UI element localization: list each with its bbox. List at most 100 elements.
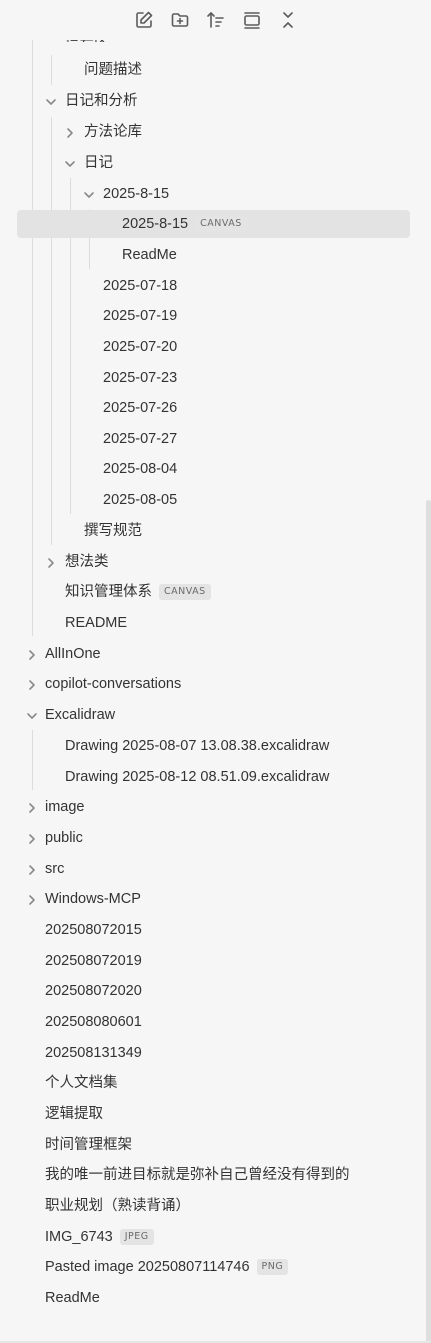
tree-item-label: 202508072020 [45, 983, 142, 999]
tree-item-file[interactable]: 2025-07-23 [103, 364, 177, 392]
tree-item-label: 个人文档集 [45, 1075, 118, 1091]
tree-item-file[interactable]: 撰写规范 [84, 517, 142, 545]
file-type-badge: CANVAS [195, 216, 247, 232]
chevron-right-icon[interactable] [26, 832, 38, 844]
chevron-right-icon[interactable] [26, 893, 38, 905]
indent-guide [51, 55, 52, 85]
sort-icon [206, 12, 224, 28]
tree-item-label: 2025-08-04 [103, 461, 178, 477]
layout-icon [243, 12, 260, 29]
tree-item-label: 202508072019 [45, 953, 142, 969]
chevron-down-icon[interactable] [83, 188, 95, 200]
tree-item-file[interactable]: ReadMe [45, 1284, 100, 1312]
tree-item-label: ReadMe [45, 1290, 100, 1306]
tree-item-label: IMG_6743 [45, 1229, 113, 1245]
tree-item-label: Excalidraw [45, 707, 116, 723]
indent-guide [32, 730, 33, 790]
chevron-down-icon[interactable] [26, 709, 38, 721]
collapse-all-button[interactable] [277, 9, 299, 31]
tree-item-label: 2025-07-27 [103, 431, 178, 447]
tree-item-label: Windows-MCP [45, 891, 141, 907]
tree-item-file[interactable]: 问题描述 [84, 56, 142, 84]
tree-item-file[interactable]: 个人文档集 [45, 1069, 118, 1097]
tree-item-label: 2025-07-26 [103, 400, 178, 416]
tree-item-file[interactable]: 2025-07-19 [103, 302, 177, 330]
tree-item-label: 2025-8-15 [122, 216, 189, 232]
tree-item-file[interactable]: 2025-07-27 [103, 425, 177, 453]
tree-item-folder[interactable]: 日记和分析 [65, 87, 138, 115]
tree-item-file[interactable]: 职业规划（熟读背诵） [45, 1192, 190, 1220]
chevron-right-icon[interactable] [26, 863, 38, 875]
tree-item-file[interactable]: 2025-08-04 [103, 455, 177, 483]
tree-item-file[interactable]: Drawing 2025-08-12 08.51.09.excalidraw [65, 763, 329, 791]
chevron-right-icon[interactable] [26, 801, 38, 813]
chevron-down-icon[interactable] [64, 157, 76, 169]
tree-item-file[interactable]: Drawing 2025-08-07 13.08.38.excalidraw [65, 732, 329, 760]
tree-item-file[interactable]: Pasted image 20250807114746 PNG [45, 1253, 289, 1281]
tree-item-file[interactable]: 2025-07-26 [103, 394, 177, 422]
tree-item-folder[interactable]: image [45, 793, 85, 821]
indent-guide [32, 40, 33, 636]
tree-item-folder[interactable]: AllInOne [45, 640, 101, 668]
tree-item-label: AllInOne [45, 646, 101, 662]
tree-item-file[interactable]: 2025-07-20 [103, 333, 177, 361]
tree-item-folder[interactable]: 想法类 [65, 548, 109, 576]
tree-item-label: Drawing 2025-08-07 13.08.38.excalidraw [65, 738, 330, 754]
tree-item-folder[interactable]: Windows-MCP [45, 885, 141, 913]
tree-item-folder[interactable]: 2025-8-15 [103, 180, 169, 208]
tree-item-label: 想法类 [65, 554, 109, 570]
chevron-right-icon[interactable] [26, 678, 38, 690]
chevron-down-icon[interactable] [45, 95, 57, 107]
tree-item-label: 202508080601 [45, 1014, 142, 1030]
file-explorer-toolbar [0, 0, 431, 40]
tree-item-label: 逻辑提取 [45, 1106, 103, 1122]
tree-item-label: 知识管理体系 [65, 584, 152, 600]
file-explorer-tree: 信号区 问题描述 日记和分析 方法论库 日记 2025-8-15 2025-8-… [0, 0, 431, 1343]
tree-item-file[interactable]: ReadMe [122, 241, 177, 269]
tree-item-file[interactable]: 202508080601 [45, 1008, 142, 1036]
tree-item-label: 2025-07-19 [103, 308, 178, 324]
tree-item-file[interactable]: IMG_6743 JPEG [45, 1223, 154, 1251]
tree-item-label: image [45, 799, 85, 815]
tree-item-file[interactable]: 知识管理体系 CANVAS [65, 578, 211, 606]
tree-item-folder[interactable]: 日记 [84, 149, 113, 177]
tree-item-file[interactable]: README [65, 609, 127, 637]
tree-item-file[interactable]: 202508072020 [45, 977, 142, 1005]
tree-item-file[interactable]: 202508072015 [45, 916, 142, 944]
indent-guide [51, 117, 52, 545]
tree-item-label: ReadMe [122, 247, 177, 263]
tree-item-label: Drawing 2025-08-12 08.51.09.excalidraw [65, 769, 330, 785]
chevron-right-icon[interactable] [26, 648, 38, 660]
tree-item-label: 问题描述 [84, 62, 142, 78]
tree-item-file[interactable]: 我的唯一前进目标就是弥补自己曾经没有得到的 [45, 1161, 350, 1189]
tree-item-file[interactable]: 时间管理框架 [45, 1131, 132, 1159]
tree-item-label: 我的唯一前进目标就是弥补自己曾经没有得到的 [45, 1167, 350, 1183]
chevron-right-icon[interactable] [45, 556, 57, 568]
tree-item-file[interactable]: 202508131349 [45, 1039, 142, 1067]
collapse-all-icon [282, 12, 293, 28]
tree-item-file[interactable]: 2025-08-05 [103, 486, 177, 514]
tree-item-folder[interactable]: src [45, 855, 64, 883]
file-type-badge: JPEG [119, 1229, 154, 1245]
tree-item-label: 日记 [84, 155, 113, 171]
tree-item-label: 202508131349 [45, 1045, 142, 1061]
tree-item-folder[interactable]: 方法论库 [84, 118, 142, 146]
folder-plus-icon [171, 13, 188, 27]
sort-button[interactable] [205, 9, 227, 31]
tree-item-file[interactable]: 2025-07-18 [103, 272, 177, 300]
tree-item-folder[interactable]: copilot-conversations [45, 670, 181, 698]
chevron-right-icon[interactable] [64, 126, 76, 138]
tree-item-label: 2025-07-23 [103, 370, 178, 386]
tree-item-file[interactable]: 逻辑提取 [45, 1100, 103, 1128]
edit-icon [135, 11, 152, 28]
tree-item-file[interactable]: 202508072019 [45, 947, 142, 975]
new-note-button[interactable] [133, 9, 155, 31]
auto-reveal-button[interactable] [241, 9, 263, 31]
new-folder-button[interactable] [169, 9, 191, 31]
tree-item-label: src [45, 861, 65, 877]
scrollbar[interactable] [426, 500, 431, 1343]
tree-item-folder[interactable]: Excalidraw [45, 701, 115, 729]
tree-item-folder[interactable]: public [45, 824, 83, 852]
tree-item-file-selected[interactable]: 2025-8-15 CANVAS [122, 210, 247, 238]
tree-item-label: 2025-07-20 [103, 339, 178, 355]
